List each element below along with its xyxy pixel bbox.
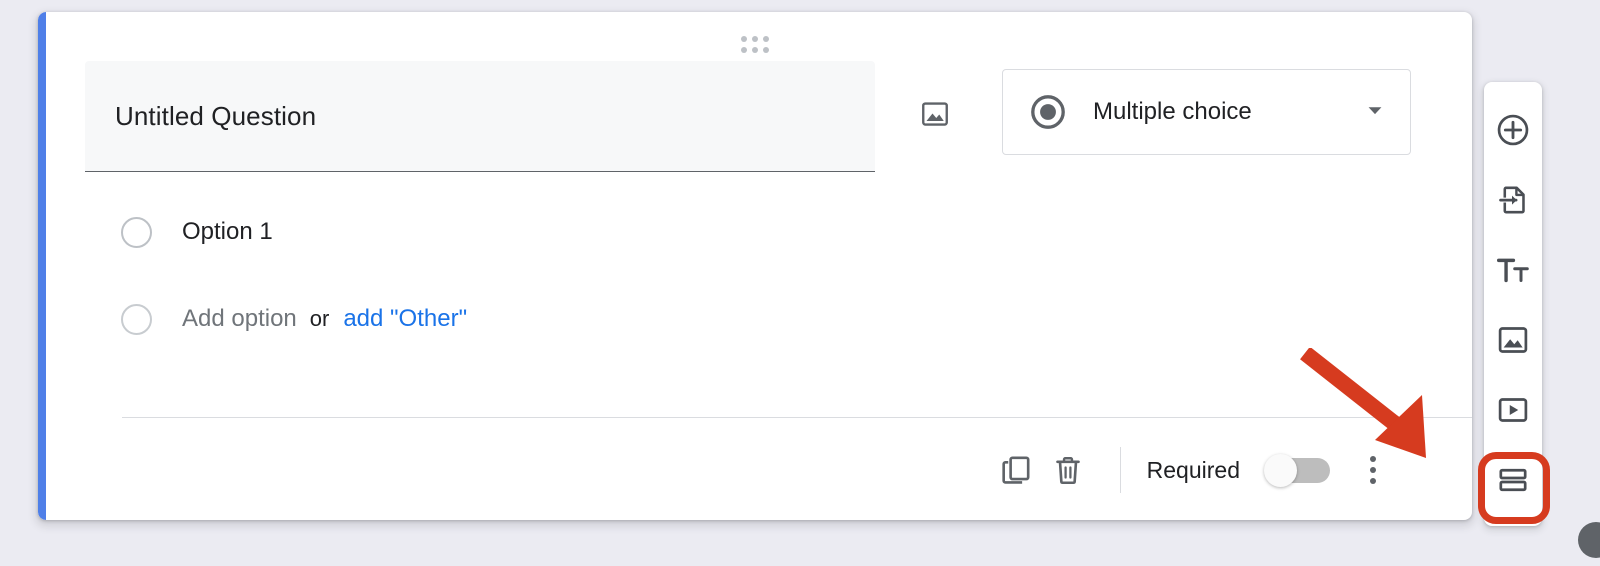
duplicate-icon[interactable]	[990, 444, 1042, 496]
add-other-link[interactable]: add "Other"	[343, 305, 467, 333]
sidebar-item-import-questions[interactable]	[1488, 176, 1538, 224]
drag-dot	[741, 36, 747, 42]
option-row[interactable]: Option 1	[121, 215, 273, 249]
drag-dot	[752, 47, 758, 53]
sidebar-item-add-title-description[interactable]	[1488, 246, 1538, 294]
more-vert-icon[interactable]	[1350, 447, 1396, 493]
add-option-label[interactable]: Add option	[182, 305, 297, 333]
more-dot	[1370, 467, 1376, 473]
sidebar-item-add-section[interactable]	[1488, 456, 1538, 504]
chevron-down-icon[interactable]	[1364, 99, 1386, 126]
image-icon[interactable]	[918, 97, 952, 131]
required-toggle[interactable]	[1264, 454, 1330, 487]
radio-button-unchecked-icon	[121, 303, 152, 335]
sidebar-item-add-question[interactable]	[1488, 106, 1538, 154]
sidebar-item-add-video[interactable]	[1488, 386, 1538, 434]
required-toggle-thumb	[1264, 454, 1297, 487]
question-title-text: Untitled Question	[115, 100, 317, 131]
trash-icon[interactable]	[1042, 444, 1094, 496]
question-type-label: Multiple choice	[1093, 98, 1252, 125]
question-card-footer: Required	[990, 437, 1396, 503]
question-title-row: Untitled Question Multiple choice	[85, 61, 1434, 177]
more-dot	[1370, 478, 1376, 484]
drag-dot	[741, 47, 747, 53]
option-label[interactable]: Option 1	[182, 218, 273, 246]
card-accent-bar	[38, 12, 46, 520]
required-label: Required	[1146, 456, 1240, 483]
question-type-select[interactable]: Multiple choice	[1002, 69, 1411, 155]
sidebar-item-add-image[interactable]	[1488, 316, 1538, 364]
side-toolbar	[1484, 82, 1542, 526]
add-option-row[interactable]: Add option or add "Other"	[121, 302, 467, 336]
footer-divider	[1119, 447, 1121, 493]
radio-button-unchecked-icon	[121, 216, 152, 248]
drag-dot	[752, 36, 758, 42]
add-option-separator: or	[309, 306, 330, 331]
question-card[interactable]: Untitled Question Multiple choice Option…	[38, 12, 1472, 520]
drag-dot	[763, 36, 769, 42]
drag-handle-dots-icon[interactable]	[741, 36, 769, 53]
radio-button-filled-icon	[1029, 93, 1067, 131]
scroll-thumb-icon[interactable]	[1578, 522, 1600, 558]
more-dot	[1370, 456, 1376, 462]
question-title-input[interactable]: Untitled Question	[85, 61, 875, 172]
drag-dot	[763, 47, 769, 53]
card-divider	[122, 417, 1472, 418]
